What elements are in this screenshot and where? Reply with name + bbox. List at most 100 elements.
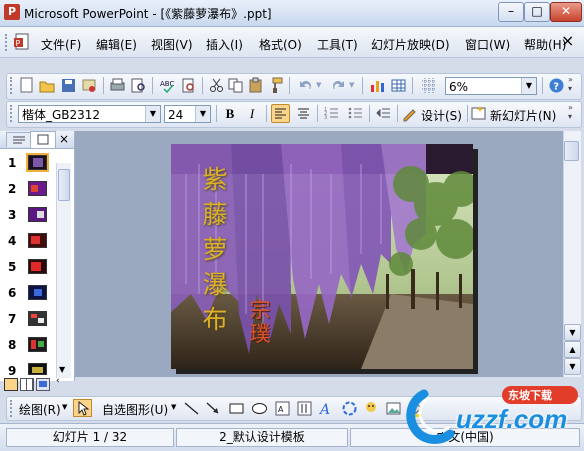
new-slide-button[interactable]: 新幻灯片(N) [490, 107, 556, 124]
arrow-icon[interactable] [205, 400, 222, 417]
open-icon[interactable] [39, 77, 56, 94]
autoshapes-button[interactable]: 自选图形(U) [102, 401, 168, 418]
print-preview-icon[interactable] [130, 77, 147, 94]
menu-format[interactable]: 格式(O) [259, 36, 302, 53]
toolbar-grip[interactable] [10, 400, 15, 417]
slide-thumbnail[interactable] [28, 363, 47, 375]
decrease-indent-icon[interactable] [375, 105, 392, 122]
slide-thumbnail[interactable] [28, 207, 47, 222]
maximize-button[interactable]: □ [524, 2, 550, 22]
zoom-combo[interactable]: 6% ▼ [445, 77, 537, 95]
slide-author[interactable]: 宗 璞 [247, 298, 273, 346]
draw-menu-arrow-icon[interactable]: ▼ [62, 403, 67, 411]
font-name-dropdown-arrow-icon[interactable]: ▼ [145, 106, 160, 122]
autoshapes-arrow-icon[interactable]: ▼ [171, 403, 176, 411]
textbox-icon[interactable]: A [274, 400, 291, 417]
slide-thumbnail-selected[interactable] [26, 153, 49, 172]
bullets-icon[interactable] [347, 105, 364, 122]
insert-chart-icon[interactable] [369, 77, 386, 94]
toolbar-options-icon[interactable]: » ▾ [568, 103, 573, 121]
tab-slides[interactable] [30, 131, 56, 148]
zoom-dropdown-arrow-icon[interactable]: ▼ [521, 78, 536, 94]
clip-art-icon[interactable] [363, 400, 380, 417]
slide-thumbnail[interactable] [28, 259, 47, 274]
current-slide[interactable]: 紫 藤 萝 瀑 布 宗 璞 [171, 144, 473, 369]
wordart-icon[interactable]: A [318, 400, 336, 418]
slide-thumbnail[interactable] [28, 181, 47, 196]
slide-thumbnail[interactable] [28, 233, 47, 248]
tab-outline[interactable] [6, 132, 32, 147]
slide-title[interactable]: 紫 藤 萝 瀑 布 [199, 162, 231, 337]
draw-menu-button[interactable]: 绘图(R) [19, 401, 61, 418]
menu-file[interactable]: 文件(F) [41, 36, 81, 53]
oval-icon[interactable] [251, 400, 268, 417]
toolbar-grip[interactable] [10, 77, 15, 94]
slide-design-icon[interactable] [401, 105, 418, 122]
align-center-icon[interactable] [295, 105, 312, 122]
document-icon[interactable]: P [13, 33, 31, 51]
redo-icon[interactable] [330, 77, 347, 94]
undo-dropdown-arrow-icon[interactable]: ▼ [316, 81, 321, 89]
italic-button[interactable]: I [243, 105, 261, 123]
menu-window[interactable]: 窗口(W) [465, 36, 510, 53]
toolbar-grip[interactable] [10, 105, 15, 122]
new-slide-icon[interactable] [470, 105, 487, 122]
menu-view[interactable]: 视图(V) [151, 36, 193, 53]
scroll-down-arrow-icon[interactable]: ▼ [564, 324, 581, 341]
print-icon[interactable] [109, 77, 126, 94]
next-slide-icon[interactable]: ▼ [564, 358, 581, 375]
menu-insert[interactable]: 插入(I) [206, 36, 243, 53]
main-vertical-scrollbar[interactable]: ▼ ▲ ▼ [563, 131, 581, 377]
format-painter-icon[interactable] [267, 77, 284, 94]
font-name-combo[interactable]: 楷体_GB2312 ▼ [18, 105, 161, 123]
research-icon[interactable] [180, 77, 197, 94]
menu-edit[interactable]: 编辑(E) [96, 36, 137, 53]
scrollbar-thumb[interactable] [564, 141, 579, 161]
slide-show-view-icon[interactable] [36, 378, 50, 391]
slide-thumbnail[interactable] [28, 337, 47, 352]
redo-dropdown-arrow-icon[interactable]: ▼ [349, 81, 354, 89]
bold-button[interactable]: B [221, 105, 239, 123]
menubar-grip[interactable] [5, 34, 10, 51]
align-left-button[interactable] [271, 104, 290, 123]
vertical-textbox-icon[interactable] [296, 400, 313, 417]
slide-thumbnail[interactable] [28, 311, 47, 326]
slide-thumbnail[interactable] [28, 285, 47, 300]
powerpoint-app-icon[interactable]: P [4, 4, 20, 20]
permission-icon[interactable] [81, 77, 98, 94]
scroll-down-arrow-icon[interactable]: ▼ [59, 365, 65, 374]
cut-icon[interactable] [208, 77, 225, 94]
numbering-icon[interactable]: 123 [323, 105, 340, 122]
close-pane-icon[interactable]: × [59, 132, 69, 146]
scrollbar-thumb[interactable] [58, 169, 70, 201]
line-icon[interactable] [183, 400, 200, 417]
help-icon[interactable]: ? [548, 77, 565, 94]
close-window-button[interactable]: ✕ [550, 2, 582, 22]
menu-tools[interactable]: 工具(T) [317, 36, 358, 53]
new-icon[interactable] [18, 77, 35, 94]
save-icon[interactable] [60, 77, 77, 94]
design-template-status[interactable]: 2_默认设计模板 [176, 428, 348, 447]
insert-table-icon[interactable] [390, 77, 407, 94]
close-document-icon[interactable]: × [561, 31, 574, 50]
toolbar-options-icon[interactable]: » ▾ [568, 75, 573, 93]
paste-icon[interactable] [247, 77, 264, 94]
slide-sorter-view-icon[interactable] [20, 378, 34, 391]
pane-splitter-icon[interactable]: ‹ [56, 376, 60, 386]
font-size-combo[interactable]: 24 ▼ [164, 105, 211, 123]
normal-view-icon[interactable] [4, 378, 18, 391]
minimize-button[interactable]: – [498, 2, 524, 22]
insert-picture-icon[interactable] [385, 400, 402, 417]
copy-icon[interactable] [227, 77, 244, 94]
font-size-dropdown-arrow-icon[interactable]: ▼ [195, 106, 210, 122]
menu-slideshow[interactable]: 幻灯片放映(D) [371, 36, 450, 53]
show-grid-icon[interactable] [420, 77, 437, 94]
diagram-icon[interactable] [341, 400, 358, 417]
previous-slide-icon[interactable]: ▲ [564, 341, 581, 358]
undo-icon[interactable] [297, 77, 314, 94]
slides-pane-scrollbar[interactable]: ▼ [56, 163, 71, 378]
slide-design-button[interactable]: 设计(S) [421, 107, 462, 124]
select-objects-button[interactable] [73, 399, 92, 417]
rectangle-icon[interactable] [228, 400, 245, 417]
spelling-icon[interactable]: ABC [159, 77, 176, 94]
